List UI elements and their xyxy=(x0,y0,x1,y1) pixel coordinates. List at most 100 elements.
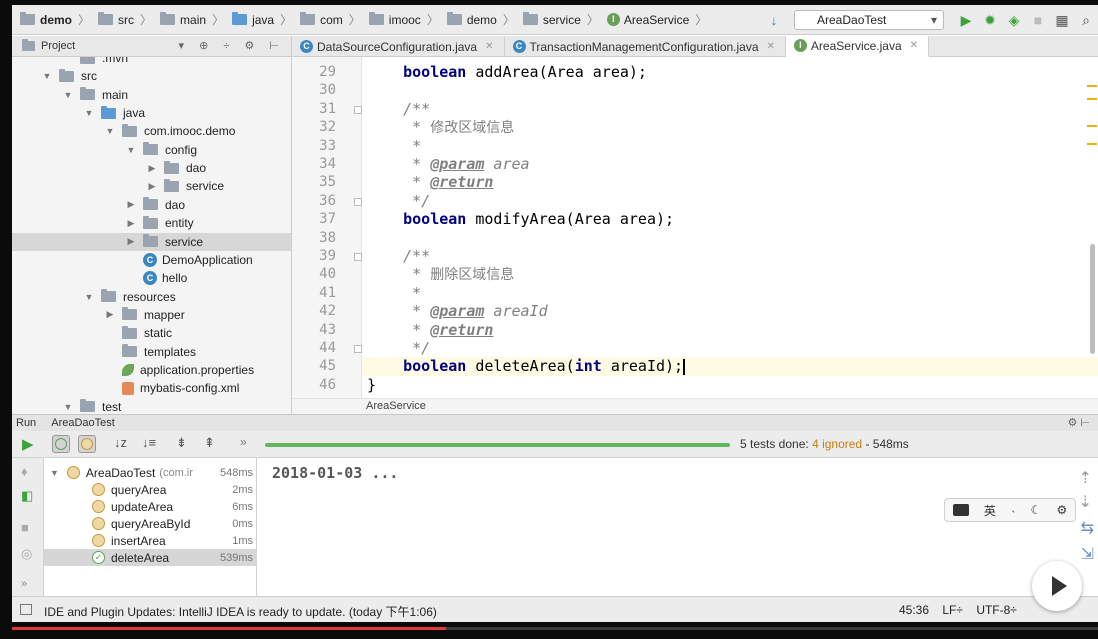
scroll-up-icon[interactable]: ⇡ xyxy=(1079,468,1092,488)
chevron-right-icon[interactable]: ▶ xyxy=(146,181,158,192)
run-configuration-select[interactable]: AreaDaoTest xyxy=(794,10,944,30)
run-config-tab[interactable]: AreaDaoTest xyxy=(47,417,115,429)
crumb-demo[interactable]: demo 〉 xyxy=(20,11,90,28)
chevron-down-icon[interactable]: ▼ xyxy=(83,292,95,302)
chevron-right-icon[interactable]: ▶ xyxy=(125,236,137,247)
fold-marker-icon[interactable] xyxy=(354,253,362,261)
line-separator[interactable]: LF÷ xyxy=(942,603,963,617)
stop-icon[interactable]: ■ xyxy=(1026,9,1050,31)
warning-marker[interactable] xyxy=(1087,125,1097,127)
tree-item-entity[interactable]: ▶ entity xyxy=(12,214,291,232)
close-icon[interactable]: ✕ xyxy=(910,40,918,51)
show-ignored-toggle[interactable] xyxy=(78,435,96,453)
project-structure-icon[interactable]: ▦ xyxy=(1050,9,1074,31)
export-icon[interactable]: ⇲ xyxy=(1081,544,1094,564)
moon-icon[interactable]: ☾ xyxy=(1031,503,1042,517)
crumb-com[interactable]: com 〉 xyxy=(300,11,361,28)
search-icon[interactable]: ⌕ xyxy=(1074,9,1098,31)
chevron-down-icon[interactable]: ▼ xyxy=(50,468,59,478)
chevron-down-icon[interactable]: ▼ xyxy=(62,402,74,412)
crumb-java[interactable]: java 〉 xyxy=(232,11,292,28)
tree-item-java[interactable]: ▼ java xyxy=(12,104,291,122)
sort-duration-icon[interactable]: ↓≡ xyxy=(142,435,156,450)
chevron-right-icon[interactable]: ▶ xyxy=(125,218,137,229)
tree-item-templates[interactable]: templates xyxy=(12,343,291,361)
tool-windows-icon[interactable] xyxy=(20,604,32,615)
chevron-down-icon[interactable]: ▼ xyxy=(62,90,74,100)
project-view-selector[interactable]: Project xyxy=(41,40,75,52)
crumb-main[interactable]: main 〉 xyxy=(160,11,224,28)
project-panel-tools[interactable]: ▾ ⊕ ÷ ⚙ ⊢ xyxy=(179,39,285,52)
ime-language-toggle[interactable]: 英 xyxy=(984,502,996,519)
tree-item-config[interactable]: ▼ config xyxy=(12,141,291,159)
tree-item-service[interactable]: ▶ service xyxy=(12,232,291,251)
run-icon[interactable]: ▶ xyxy=(954,9,978,31)
caret-position[interactable]: 45:36 xyxy=(899,603,929,617)
expand-all-icon[interactable]: ⇟ xyxy=(176,435,187,451)
crumb-service[interactable]: service 〉 xyxy=(522,11,599,28)
video-play-button[interactable] xyxy=(1032,561,1082,611)
warning-marker[interactable] xyxy=(1087,98,1097,100)
close-icon[interactable]: ✕ xyxy=(485,41,493,52)
tree-item-dao[interactable]: ▶ dao xyxy=(12,159,291,177)
show-passed-toggle[interactable] xyxy=(52,435,70,453)
tree-item-src[interactable]: ▼ src xyxy=(12,67,291,85)
tree-item-demoapplication[interactable]: C DemoApplication xyxy=(12,251,291,269)
pin-icon[interactable]: ♦ xyxy=(21,464,28,479)
chevron-right-icon[interactable]: ▶ xyxy=(146,163,158,174)
video-progress-bar[interactable] xyxy=(12,627,1098,630)
tab-datasourceconfiguration[interactable]: C DataSourceConfiguration.java ✕ xyxy=(292,36,505,57)
camera-icon[interactable]: ◎ xyxy=(21,546,32,562)
test-result-queryareabyid[interactable]: queryAreaById 0ms xyxy=(44,515,257,532)
test-result-areadaotest[interactable]: ▼ AreaDaoTest (com.ir 548ms xyxy=(44,464,257,481)
tab-transactionmanagementconfiguration[interactable]: C TransactionManagementConfiguration.java… xyxy=(505,36,786,57)
tree-item-main[interactable]: ▼ main xyxy=(12,86,291,104)
crumb-areaservice[interactable]: I AreaService 〉 xyxy=(606,11,707,28)
gear-icon[interactable]: ⚙ ⊢ xyxy=(1068,415,1091,431)
debug-icon[interactable]: ✹ xyxy=(978,9,1002,31)
rerun-icon[interactable]: ▶ xyxy=(22,435,34,453)
tree-item-mapper[interactable]: ▶ mapper xyxy=(12,306,291,324)
fold-marker-icon[interactable] xyxy=(354,105,362,114)
chevron-right-icon[interactable]: ▶ xyxy=(125,199,137,210)
build-icon[interactable]: ↓ xyxy=(762,9,786,31)
collapse-all-icon[interactable]: ⇞ xyxy=(204,435,215,451)
fold-marker-icon[interactable] xyxy=(354,197,362,206)
coverage-icon[interactable]: ◈ xyxy=(1002,9,1026,31)
tree-item-hello[interactable]: Chello xyxy=(12,269,291,287)
status-message[interactable]: IDE and Plugin Updates: IntelliJ IDEA is… xyxy=(44,603,437,620)
chevron-down-icon[interactable]: ▼ xyxy=(83,108,95,118)
editor-scrollbar[interactable] xyxy=(1090,244,1095,354)
soft-wrap-icon[interactable]: ⇆ xyxy=(1081,518,1094,538)
fold-marker-icon[interactable] xyxy=(354,345,362,353)
test-result-queryarea[interactable]: queryArea 2ms xyxy=(44,481,257,498)
test-console[interactable]: 2018-01-03 ... ⇡ ⇣ ⇆ ⇲ xyxy=(258,458,1098,596)
tree-item-application-properties[interactable]: application.properties xyxy=(12,361,291,379)
warning-marker[interactable] xyxy=(1087,85,1097,87)
tree-item-mybatis-config-xml[interactable]: mybatis-config.xml xyxy=(12,379,291,397)
crumb-demo-package[interactable]: demo 〉 xyxy=(446,11,515,28)
test-result-insertarea[interactable]: insertArea 1ms xyxy=(44,532,257,549)
tree-item-com-imooc-demo[interactable]: ▼ com.imooc.demo xyxy=(12,122,291,140)
tab-areaservice[interactable]: I AreaService.java ✕ xyxy=(785,36,930,57)
coverage-icon[interactable]: ◧ xyxy=(21,488,33,504)
punctuation-icon[interactable]: ˴ xyxy=(1011,503,1015,517)
test-result-updatearea[interactable]: updateArea 6ms xyxy=(44,498,257,515)
file-encoding[interactable]: UTF-8÷ xyxy=(976,603,1017,617)
chevron-down-icon[interactable]: ▼ xyxy=(125,145,137,155)
tree-item-test[interactable]: ▼ test xyxy=(12,398,291,414)
editor-breadcrumb[interactable]: AreaService xyxy=(292,398,1098,414)
tree-item-resources[interactable]: ▼ resources xyxy=(12,288,291,306)
close-icon[interactable]: ✕ xyxy=(767,41,775,52)
scroll-down-icon[interactable]: ⇣ xyxy=(1079,492,1092,512)
tree-item-service[interactable]: ▶ service xyxy=(12,177,291,195)
test-result-deletearea[interactable]: ✓ deleteArea 539ms xyxy=(44,549,257,566)
more-icon[interactable]: » xyxy=(21,578,27,590)
stop-icon[interactable]: ■ xyxy=(21,520,29,535)
gear-icon[interactable]: ⚙ xyxy=(1057,503,1068,517)
chevron-right-icon[interactable]: ▶ xyxy=(104,309,116,320)
tree-item-static[interactable]: static xyxy=(12,324,291,342)
more-icon[interactable]: » xyxy=(240,435,247,449)
crumb-imooc[interactable]: imooc 〉 xyxy=(368,11,439,28)
tree-item-dao[interactable]: ▶ dao xyxy=(12,196,291,214)
